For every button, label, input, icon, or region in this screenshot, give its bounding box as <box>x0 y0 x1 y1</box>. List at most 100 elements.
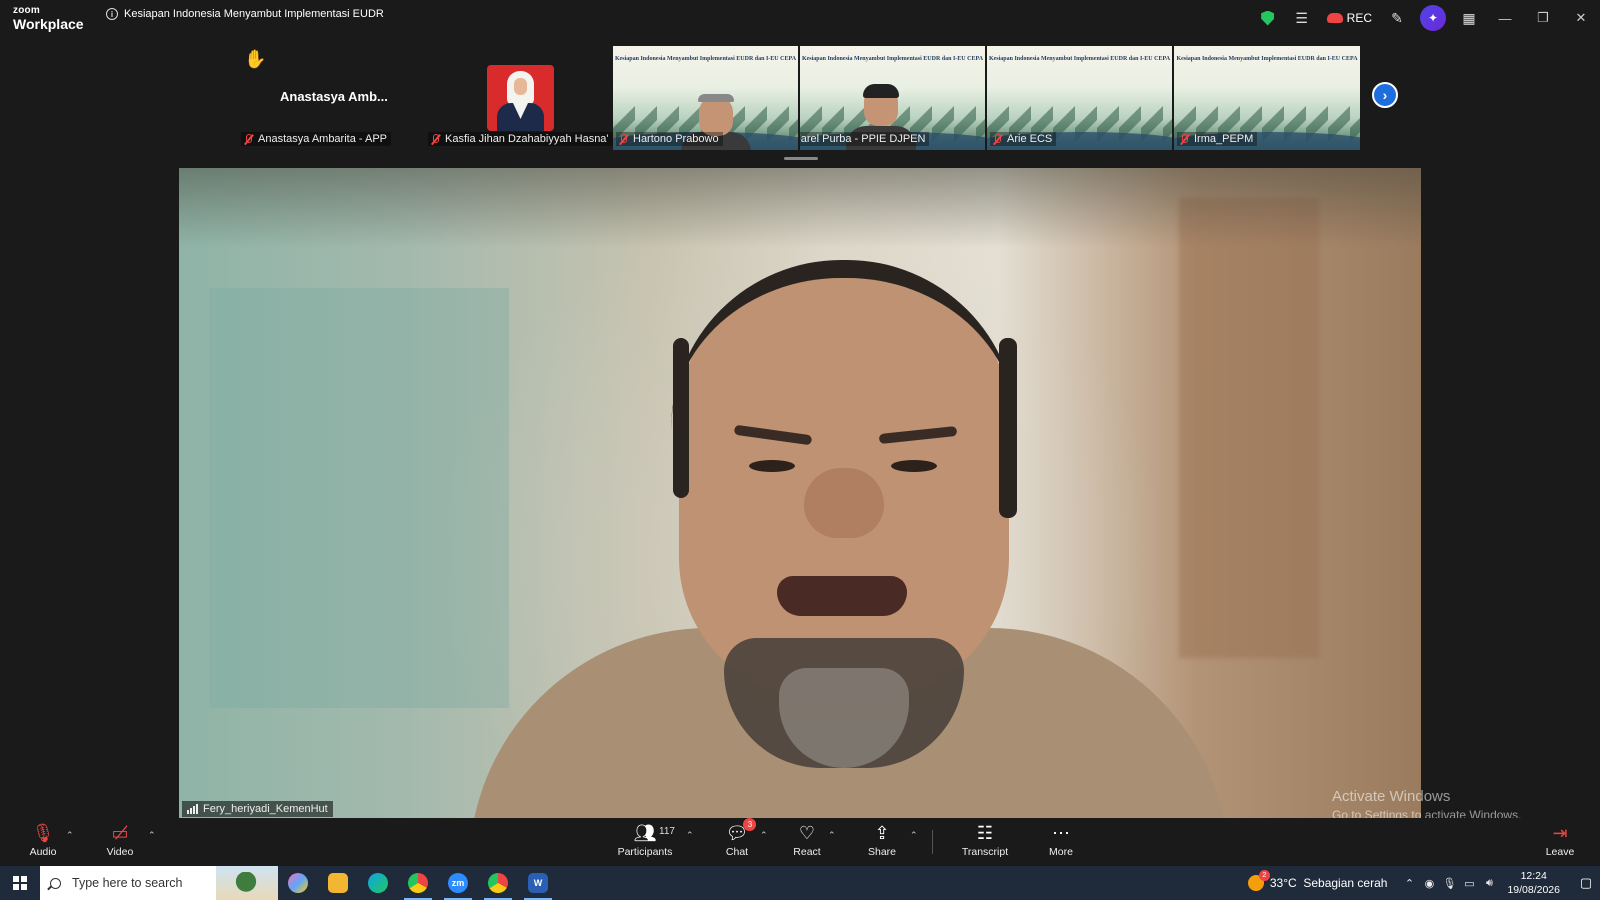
participant-tile[interactable]: Kesiapan Indonesia Menyambut Implementas… <box>1174 46 1360 150</box>
copilot-icon <box>288 873 308 893</box>
zoom-app[interactable]: zm <box>438 866 478 900</box>
chat-badge: 3 <box>743 818 757 831</box>
zoom-logo: zoom Workplace <box>13 5 84 32</box>
clock-time: 12:24 <box>1520 869 1547 882</box>
chrome-icon <box>488 873 508 893</box>
chrome-app-2[interactable] <box>478 866 518 900</box>
react-label: React <box>793 846 821 858</box>
taskbar-search[interactable]: Type here to search <box>40 866 278 900</box>
info-icon[interactable]: i <box>106 8 118 20</box>
view-grid-icon[interactable]: ▦ <box>1452 0 1486 36</box>
weather-sun-icon: 2 <box>1247 870 1270 891</box>
close-icon[interactable]: ✕ <box>1562 0 1600 36</box>
mic-muted-icon <box>430 133 440 145</box>
ai-companion-icon[interactable]: ✦ <box>1420 5 1446 31</box>
toolbar-divider <box>932 830 933 854</box>
windows-logo-icon <box>13 876 27 890</box>
gallery-resize-handle[interactable] <box>784 157 818 160</box>
more-button[interactable]: ⋯ More <box>1026 822 1096 859</box>
participants-icon: 👥︎ <box>633 822 657 843</box>
file-explorer-app[interactable] <box>318 866 358 900</box>
cloud-recording-indicator[interactable]: REC <box>1319 11 1380 25</box>
search-icon <box>50 877 61 889</box>
participant-tile[interactable]: Kesiapan Indonesia Menyambut Implementas… <box>987 46 1172 150</box>
copilot-app[interactable] <box>278 866 318 900</box>
participant-name: Farel Purba - PPIE DJPEN <box>800 133 926 145</box>
chrome-app[interactable] <box>398 866 438 900</box>
chat-options-caret-icon[interactable]: ⌃ <box>760 830 768 841</box>
raised-hand-icon: ✋ <box>244 49 267 69</box>
edge-icon <box>368 873 388 893</box>
weather-badge: 2 <box>1258 870 1270 881</box>
folder-icon <box>328 873 348 893</box>
react-options-caret-icon[interactable]: ⌃ <box>828 830 836 841</box>
watermark-title: Activate Windows <box>1332 788 1451 805</box>
speaker-name-label: Fery_heriyadi_KemenHut <box>182 801 333 817</box>
word-app[interactable]: W <box>518 866 558 900</box>
weather-temp: 33°C <box>1269 876 1297 890</box>
restore-icon[interactable]: ❐ <box>1524 0 1562 36</box>
mic-muted-icon <box>1179 133 1189 145</box>
microphone-icon[interactable]: 🎙︎ <box>1439 877 1459 890</box>
meeting-info[interactable]: i Kesiapan Indonesia Menyambut Implement… <box>106 8 384 20</box>
volume-icon[interactable]: 🔊︎ <box>1479 877 1499 890</box>
participant-name: Hartono Prabowo <box>633 133 719 145</box>
participant-name: Anastasya Ambarita - APP <box>258 133 388 145</box>
share-button[interactable]: ⇪ Share <box>847 822 917 859</box>
video-options-caret-icon[interactable]: ⌃ <box>148 830 156 841</box>
participants-label: Participants <box>617 846 673 858</box>
participant-tile[interactable]: Kesiapan Indonesia Menyambut Implementas… <box>800 46 985 150</box>
participant-name: Kasfia Jihan Dzahabiyyah Hasna' <box>445 133 609 145</box>
participant-label: Arie ECS <box>990 132 1057 146</box>
minimize-icon[interactable]: — <box>1486 0 1524 36</box>
word-icon: W <box>528 873 548 893</box>
network-icon[interactable]: ▭ <box>1459 877 1479 890</box>
leave-icon: ⇥ <box>1552 822 1568 843</box>
audio-options-caret-icon[interactable]: ⌃ <box>66 830 74 841</box>
mic-off-icon: 🎙︎ <box>31 822 55 843</box>
meeting-title: Kesiapan Indonesia Menyambut Implementas… <box>124 8 384 20</box>
chevron-up-icon[interactable]: ⌃ <box>1399 877 1419 890</box>
search-highlight-image <box>216 866 278 900</box>
security-shield-icon[interactable] <box>1251 0 1285 36</box>
transcript-button[interactable]: ☷ Transcript <box>950 822 1020 859</box>
audio-label: Audio <box>29 846 57 858</box>
video-button[interactable]: ▭̸ Video <box>85 822 155 859</box>
participant-label: Hartono Prabowo <box>616 132 723 146</box>
system-tray: 2 33°C Sebagian cerah ⌃ ◉ 🎙︎ ▭ 🔊︎ 12:24 … <box>1247 866 1600 900</box>
notes-icon[interactable]: ☰ <box>1285 0 1319 36</box>
weather-widget[interactable]: 2 33°C Sebagian cerah <box>1247 870 1388 891</box>
camera-icon[interactable]: ◉ <box>1419 877 1439 890</box>
wand-icon[interactable]: ✎ <box>1380 0 1414 36</box>
start-button[interactable] <box>0 866 40 900</box>
edge-app[interactable] <box>358 866 398 900</box>
video-label: Video <box>106 846 134 858</box>
connection-signal-icon <box>187 804 198 814</box>
share-options-caret-icon[interactable]: ⌃ <box>910 830 918 841</box>
mic-muted-icon <box>243 133 253 145</box>
transcript-label: Transcript <box>961 846 1009 858</box>
weather-desc: Sebagian cerah <box>1303 876 1388 890</box>
notification-icon[interactable]: ▢ <box>1572 866 1600 900</box>
system-clock[interactable]: 12:24 19/08/2026 <box>1507 869 1560 897</box>
zoom-icon: zm <box>448 873 468 893</box>
gallery-strip: Anastasya Ambarita - APP ✋ Anastasya Amb… <box>0 36 1600 160</box>
mic-muted-icon <box>618 133 628 145</box>
titlebar-controls: ☰ REC ✎ ✦ ▦ — ❐ ✕ <box>1251 0 1600 36</box>
leave-button[interactable]: ⇥ Leave <box>1525 822 1595 859</box>
banner-title: Kesiapan Indonesia Menyambut Implementas… <box>801 56 984 62</box>
search-placeholder: Type here to search <box>72 876 183 890</box>
participant-name: Arie ECS <box>1007 133 1053 145</box>
chat-icon: 💬︎ 3 <box>726 818 757 844</box>
participant-tile[interactable]: Kesiapan Indonesia Menyambut Implementas… <box>613 46 798 150</box>
brand-top: zoom <box>13 5 40 16</box>
active-speaker-video[interactable] <box>179 168 1421 818</box>
heart-icon: ♡ <box>798 822 816 843</box>
next-page-chevron-icon[interactable]: › <box>1372 82 1398 108</box>
participants-options-caret-icon[interactable]: ⌃ <box>686 830 694 841</box>
banner-title: Kesiapan Indonesia Menyambut Implementas… <box>988 56 1171 62</box>
transcript-icon: ☷ <box>976 822 994 843</box>
participant-label: Farel Purba - PPIE DJPEN <box>800 132 930 146</box>
avatar-name-text: Anastasya Amb... <box>280 89 388 104</box>
participant-label: Irma_PEPM <box>1177 132 1258 146</box>
